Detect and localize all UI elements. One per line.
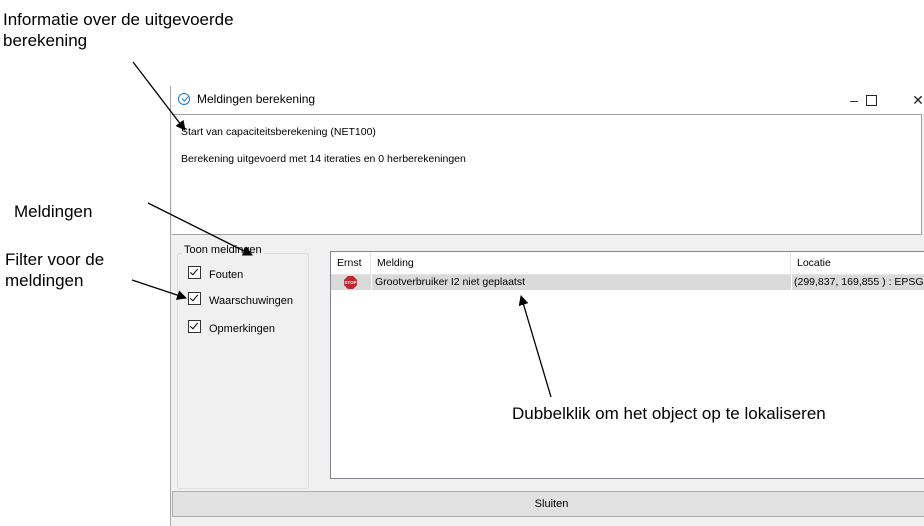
sluiten-button[interactable]: Sluiten [172,491,924,517]
table-row[interactable]: STOP Grootverbruiker I2 niet geplaatst (… [331,275,924,290]
filter-label: Opmerkingen [209,323,276,335]
filter-label: Fouten [209,269,244,281]
filter-group [177,253,309,489]
filter-legend: Toon meldingen [182,244,264,256]
checkbox-checked-icon[interactable] [188,266,201,279]
column-header-melding[interactable]: Melding [371,252,791,274]
column-header-ernst[interactable]: Ernst [331,252,371,274]
filter-fouten-checkbox[interactable]: Fouten [188,266,244,281]
cell-locatie[interactable]: (299,837, 169,855 ) : EPSG [791,275,924,290]
maximize-button[interactable] [854,86,888,114]
annotation-info: Informatie over de uitgevoerde berekenin… [3,10,234,50]
stop-sign-icon: STOP [344,276,357,289]
title-bar[interactable]: Meldingen berekening – ✕ [171,86,924,114]
checkbox-checked-icon[interactable] [188,320,201,333]
cell-melding[interactable]: Grootverbruiker I2 niet geplaatst [371,275,791,290]
app-check-icon [178,93,190,105]
filter-label: Waarschuwingen [209,295,293,307]
info-line-result: Berekening uitgevoerd met 14 iteraties e… [181,153,466,165]
cell-ernst: STOP [331,275,371,290]
annotation-filter: Filter voor de meldingen [5,250,105,290]
maximize-icon [865,95,877,106]
info-line-start: Start van capaciteitsberekening (NET100) [181,126,376,138]
filter-waarschuwingen-checkbox[interactable]: Waarschuwingen [188,292,293,307]
close-window-button[interactable]: ✕ [901,86,924,114]
checkbox-checked-icon[interactable] [188,292,201,305]
window-title: Meldingen berekening [197,92,316,106]
annotation-meldingen: Meldingen [14,202,93,221]
grid-header: Ernst Melding Locatie [331,252,924,275]
annotation-dubbelklik: Dubbelklik om het object op te lokaliser… [510,401,855,463]
filter-opmerkingen-checkbox[interactable]: Opmerkingen [188,320,276,335]
column-header-locatie[interactable]: Locatie [791,252,924,274]
info-pane: Start van capaciteitsberekening (NET100)… [172,114,922,235]
